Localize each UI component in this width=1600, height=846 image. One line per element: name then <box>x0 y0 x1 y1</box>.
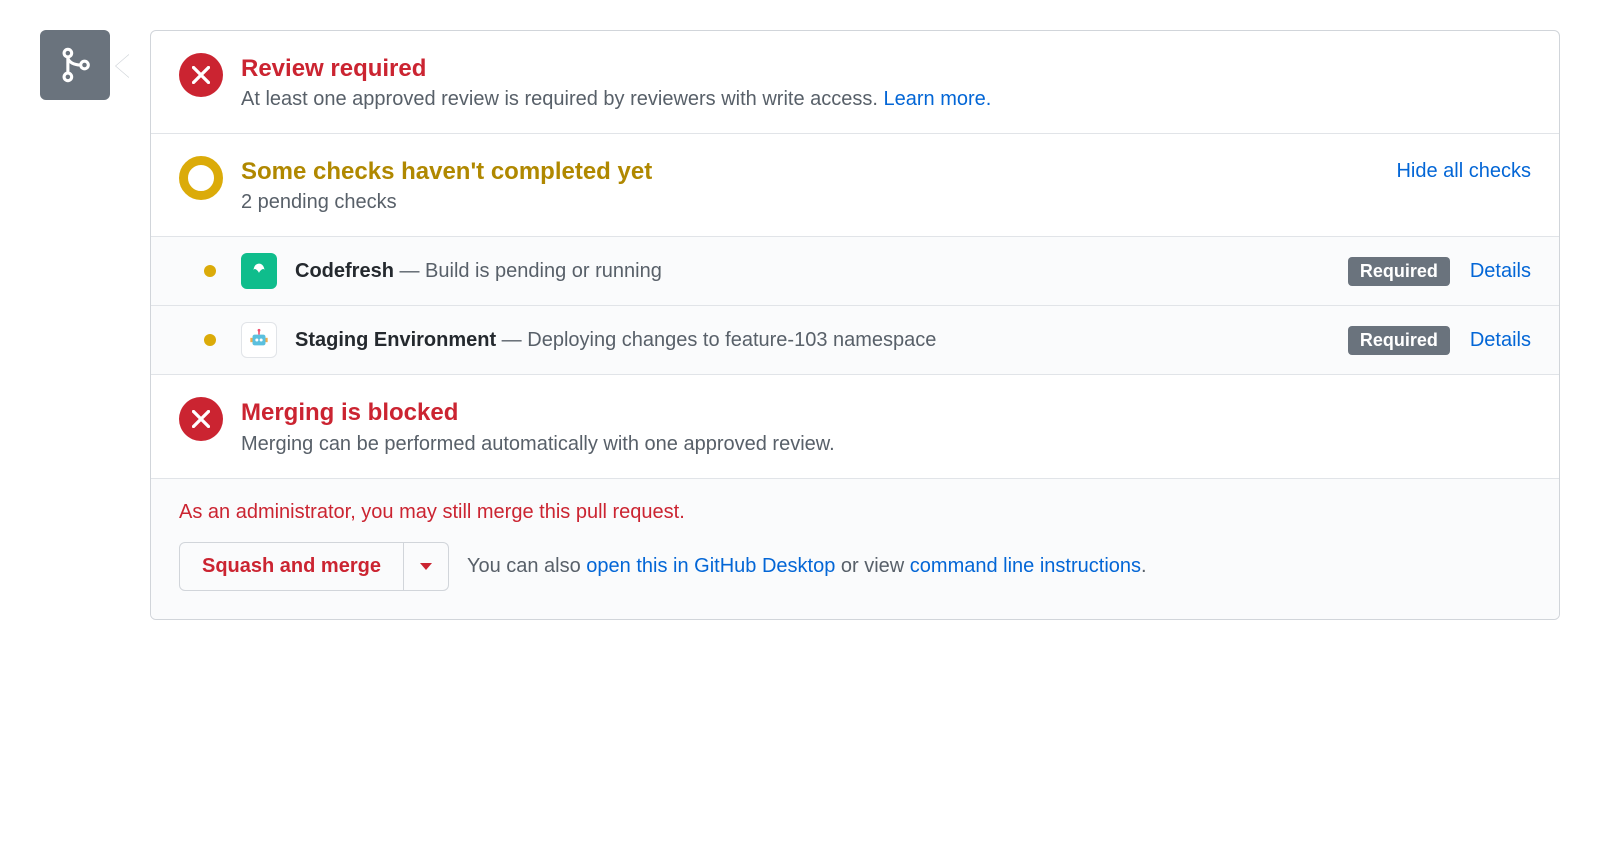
caret-down-icon <box>420 563 432 570</box>
merge-button-group: Squash and merge <box>179 542 449 591</box>
details-link[interactable]: Details <box>1470 260 1531 283</box>
command-line-instructions-link[interactable]: command line instructions <box>910 555 1141 577</box>
details-link[interactable]: Details <box>1470 329 1531 352</box>
checks-summary-section: Some checks haven't completed yet 2 pend… <box>151 134 1559 237</box>
pending-dot-icon <box>204 334 216 346</box>
checks-title: Some checks haven't completed yet <box>241 156 1396 187</box>
x-icon <box>179 53 223 97</box>
pending-icon <box>179 156 223 200</box>
review-title: Review required <box>241 53 1531 84</box>
check-text: Staging Environment — Deploying changes … <box>295 329 1348 352</box>
learn-more-link[interactable]: Learn more. <box>884 88 992 110</box>
required-badge: Required <box>1348 326 1450 355</box>
x-icon <box>179 397 223 441</box>
codefresh-app-icon <box>241 253 277 289</box>
blocked-title: Merging is blocked <box>241 397 1531 428</box>
check-text: Codefresh — Build is pending or running <box>295 260 1348 283</box>
pending-dot-icon <box>204 265 216 277</box>
required-badge: Required <box>1348 257 1450 286</box>
review-subtitle: At least one approved review is required… <box>241 88 1531 111</box>
check-row: Staging Environment — Deploying changes … <box>151 306 1559 375</box>
admin-note: As an administrator, you may still merge… <box>179 501 1531 524</box>
open-in-desktop-link[interactable]: open this in GitHub Desktop <box>586 555 835 577</box>
review-required-section: Review required At least one approved re… <box>151 31 1559 134</box>
checks-subtitle: 2 pending checks <box>241 191 1396 214</box>
blocked-subtitle: Merging can be performed automatically w… <box>241 433 1531 456</box>
hide-all-checks-link[interactable]: Hide all checks <box>1396 156 1531 183</box>
bot-app-icon <box>241 322 277 358</box>
merge-icon <box>40 30 110 100</box>
check-row: Codefresh — Build is pending or running … <box>151 237 1559 306</box>
merge-footer: As an administrator, you may still merge… <box>151 479 1559 619</box>
merging-blocked-section: Merging is blocked Merging can be perfor… <box>151 375 1559 478</box>
squash-and-merge-button[interactable]: Squash and merge <box>179 542 404 591</box>
merge-options-dropdown[interactable] <box>404 542 449 591</box>
footer-text: You can also open this in GitHub Desktop… <box>467 555 1147 578</box>
merge-status-panel: Review required At least one approved re… <box>150 30 1560 620</box>
